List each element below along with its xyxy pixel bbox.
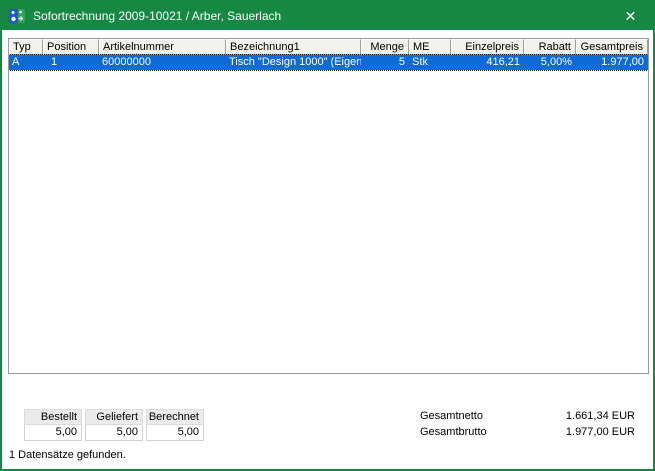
quantity-value-bestellt: 5,00 [24,425,82,441]
quantity-col-bestellt: Bestellt 5,00 [24,409,82,441]
column-header-me[interactable]: ME [409,39,451,55]
quantity-value-geliefert: 5,00 [85,425,143,441]
cell-rabatt: 5,00% [524,55,576,70]
cell-me: Stk [409,55,451,70]
quantity-header-bestellt: Bestellt [24,409,82,425]
window-title: Sofortrechnung 2009-10021 / Arber, Sauer… [33,9,281,23]
total-netto-label: Gesamtnetto [420,410,535,422]
grid-header-row: Typ Position Artikelnummer Bezeichnung1 … [9,39,648,55]
column-header-gesamtpreis[interactable]: Gesamtpreis [576,39,648,55]
total-netto-value: 1.661,34 EUR [535,410,635,422]
quantity-col-berechnet: Berechnet 5,00 [146,409,204,441]
column-header-menge[interactable]: Menge [361,39,409,55]
column-header-artikelnummer[interactable]: Artikelnummer [99,39,226,55]
column-header-position[interactable]: Position [43,39,99,55]
totals-summary: Gesamtnetto 1.661,34 EUR Gesamtbrutto 1.… [420,408,635,440]
quantity-value-berechnet: 5,00 [146,425,204,441]
cell-position: 1 [43,55,99,70]
cell-menge: 5 [361,55,409,70]
invoice-window: Sofortrechnung 2009-10021 / Arber, Sauer… [0,0,655,471]
total-brutto-value: 1.977,00 EUR [535,426,635,438]
column-header-einzelpreis[interactable]: Einzelpreis [451,39,524,55]
app-icon [9,8,25,24]
cell-artikelnummer: 60000000 [99,55,226,70]
cell-bezeichnung1: Tisch "Design 1000" (Eigenf [226,55,361,70]
column-header-typ[interactable]: Typ [9,39,43,55]
quantity-col-geliefert: Geliefert 5,00 [85,409,143,441]
quantity-summary: Bestellt 5,00 Geliefert 5,00 Berechnet 5… [24,409,204,441]
cell-typ: A [9,55,43,70]
cell-gesamtpreis: 1.977,00 [576,55,648,70]
quantity-header-geliefert: Geliefert [85,409,143,425]
total-netto-row: Gesamtnetto 1.661,34 EUR [420,408,635,424]
table-row-selected[interactable]: A 1 60000000 Tisch "Design 1000" (Eigenf… [9,55,648,70]
titlebar[interactable]: Sofortrechnung 2009-10021 / Arber, Sauer… [2,2,653,30]
cell-einzelpreis: 416,21 [451,55,524,70]
total-brutto-row: Gesamtbrutto 1.977,00 EUR [420,424,635,440]
column-header-rabatt[interactable]: Rabatt [524,39,576,55]
items-grid: Typ Position Artikelnummer Bezeichnung1 … [8,38,649,374]
quantity-header-berechnet: Berechnet [146,409,204,425]
close-button[interactable]: ✕ [608,2,653,30]
column-header-bezeichnung1[interactable]: Bezeichnung1 [226,39,361,55]
statusbar-text: 1 Datensätze gefunden. [9,449,126,461]
close-icon: ✕ [625,8,637,25]
total-brutto-label: Gesamtbrutto [420,426,535,438]
